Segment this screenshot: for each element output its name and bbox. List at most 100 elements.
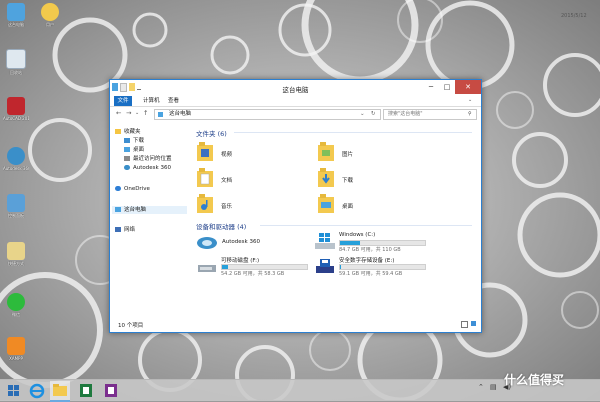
content-pane: 文件夹 (6) 视频 图片 文档 下载 音乐 桌面 设备和驱动器 (4) Aut… <box>188 122 478 318</box>
taskbar-ie[interactable] <box>27 381 47 400</box>
autocad-icon <box>7 97 25 115</box>
group-divider <box>234 132 472 133</box>
folder-label: 音乐 <box>221 204 233 210</box>
details-view-button[interactable] <box>461 321 468 328</box>
nav-favorites[interactable]: 收藏夹 <box>115 128 141 136</box>
nav-label: Autodesk 360 <box>133 165 171 171</box>
folder-label: 下载 <box>342 178 354 184</box>
taskbar-file-explorer[interactable] <box>50 381 70 402</box>
downloads-folder-icon <box>318 168 334 187</box>
desktop-icon-label: Autodesk 360 <box>3 166 29 171</box>
item-count: 10 个项目 <box>118 323 144 329</box>
search-icon: ⚲ <box>468 111 472 117</box>
wechat-icon <box>7 293 25 311</box>
desktop-icon-wechat[interactable]: 微信 <box>3 293 29 317</box>
recent-dropdown-icon[interactable]: ⌄ <box>135 110 139 116</box>
desktop-icon-label: 控制面板 <box>8 213 24 218</box>
nav-network[interactable]: 网络 <box>115 226 135 234</box>
show-hidden-icons-button[interactable]: ⌃ <box>478 383 484 391</box>
nav-recent-places[interactable]: 最近访问的位置 <box>124 155 172 163</box>
cloud-icon <box>124 165 130 170</box>
desktop-icon-computer[interactable]: 这台电脑 <box>3 3 29 27</box>
user-folder-icon <box>41 3 59 21</box>
address-bar-row: ← → ⌄ ↑ 这台电脑 ⌄ ↻ 搜索"这台电脑" ⚲ <box>110 107 481 121</box>
desktop-icon-recycle-bin[interactable]: 回收站 <box>3 49 29 75</box>
search-placeholder: 搜索"这台电脑" <box>388 111 423 117</box>
refresh-button[interactable]: ↻ <box>371 110 376 119</box>
address-bar[interactable]: 这台电脑 ⌄ ↻ <box>154 109 381 120</box>
nav-label: 这台电脑 <box>124 207 147 213</box>
desktop-icon-autodesk-360[interactable]: Autodesk 360 <box>3 147 29 171</box>
pictures-folder-icon <box>318 142 334 161</box>
folder-shortcut-icon <box>7 242 25 260</box>
folders-group-header[interactable]: 文件夹 (6) <box>196 128 227 138</box>
watermark-text: 什么值得买 <box>504 373 565 387</box>
desktop-icon-shortcut[interactable]: 快捷方式 <box>3 242 29 266</box>
computer-icon <box>158 112 163 117</box>
close-button[interactable]: ✕ <box>455 80 481 94</box>
onenote-icon <box>105 384 117 397</box>
device-label: Windows (C:) <box>339 232 376 238</box>
ribbon-tabs: 文件 计算机 查看 ⌄ <box>110 96 481 107</box>
desktop-icon-control-panel[interactable]: 控制面板 <box>3 194 29 218</box>
large-icons-view-button[interactable] <box>471 321 476 326</box>
nav-label: 下载 <box>133 138 145 144</box>
internet-explorer-icon <box>29 383 45 399</box>
network-icon[interactable]: ▤ <box>490 383 497 391</box>
search-input[interactable]: 搜索"这台电脑" ⚲ <box>383 109 477 120</box>
nav-autodesk-360[interactable]: Autodesk 360 <box>124 164 171 172</box>
device-label: 可移动磁盘 (F:) <box>221 258 260 264</box>
desktop-icon-label: 快捷方式 <box>8 261 24 266</box>
address-dropdown-icon[interactable]: ⌄ <box>360 110 365 119</box>
documents-folder-icon <box>197 168 213 187</box>
clock-date[interactable]: 2015/5/12 <box>561 13 587 19</box>
drive-size-text: 84.7 GB 可用，共 110 GB <box>339 247 401 253</box>
nav-label: OneDrive <box>124 186 150 192</box>
folder-label: 图片 <box>342 152 354 158</box>
tab-view[interactable]: 查看 <box>164 96 183 106</box>
nav-this-pc[interactable]: 这台电脑 <box>112 206 187 214</box>
taskbar-excel[interactable] <box>76 381 96 400</box>
tab-computer[interactable]: 计算机 <box>139 96 164 106</box>
drive-usage-fill <box>222 265 228 269</box>
autodesk-360-icon <box>197 237 217 249</box>
device-label: 安全数字存储设备 (E:) <box>339 258 395 264</box>
sd-card-icon <box>316 259 334 273</box>
desktop-icon-xampp[interactable]: XAMPP <box>3 337 29 361</box>
drive-usage-fill <box>340 241 360 245</box>
minimize-button[interactable]: ─ <box>423 80 439 94</box>
drive-usage-fill <box>340 265 341 269</box>
nav-label: 最近访问的位置 <box>133 156 172 162</box>
videos-folder-icon <box>197 142 213 161</box>
forward-button[interactable]: → <box>126 109 131 117</box>
music-folder-icon <box>197 194 213 213</box>
xampp-icon <box>7 337 25 355</box>
control-panel-icon <box>7 194 25 212</box>
maximize-button[interactable]: □ <box>439 80 455 94</box>
computer-icon <box>115 207 121 212</box>
breadcrumb[interactable]: 这台电脑 <box>169 110 191 119</box>
expand-ribbon-icon[interactable]: ⌄ <box>468 97 472 103</box>
desktop-icon-user[interactable]: 用户 <box>37 3 63 27</box>
devices-group-header[interactable]: 设备和驱动器 (4) <box>196 221 246 231</box>
taskbar-onenote[interactable] <box>101 381 121 400</box>
desktop-icon-label: 用户 <box>46 22 54 27</box>
nav-onedrive[interactable]: OneDrive <box>115 185 150 193</box>
removable-disk-icon <box>198 265 216 272</box>
back-button[interactable]: ← <box>116 109 121 117</box>
title-bar[interactable]: 这台电脑 ─ □ ✕ <box>110 80 481 96</box>
star-icon <box>115 129 121 134</box>
desktop-icon-label: 回收站 <box>10 70 22 75</box>
start-button[interactable] <box>4 381 24 400</box>
desktop-icon-autocad[interactable]: AutoCAD 2014 - 简体中文 <box>3 97 29 121</box>
drive-size-text: 54.2 GB 可用，共 58.3 GB <box>221 271 285 277</box>
nav-label: 桌面 <box>133 147 145 153</box>
desktop-folder-icon <box>318 194 334 213</box>
desktop-icon-label: 这台电脑 <box>8 22 24 27</box>
nav-downloads[interactable]: 下载 <box>124 137 144 145</box>
excel-icon <box>80 384 92 397</box>
desktop-icon-label: AutoCAD 2014 - 简体中文 <box>3 116 29 121</box>
tab-file[interactable]: 文件 <box>114 96 132 106</box>
nav-desktop[interactable]: 桌面 <box>124 146 144 154</box>
up-button[interactable]: ↑ <box>143 109 148 117</box>
